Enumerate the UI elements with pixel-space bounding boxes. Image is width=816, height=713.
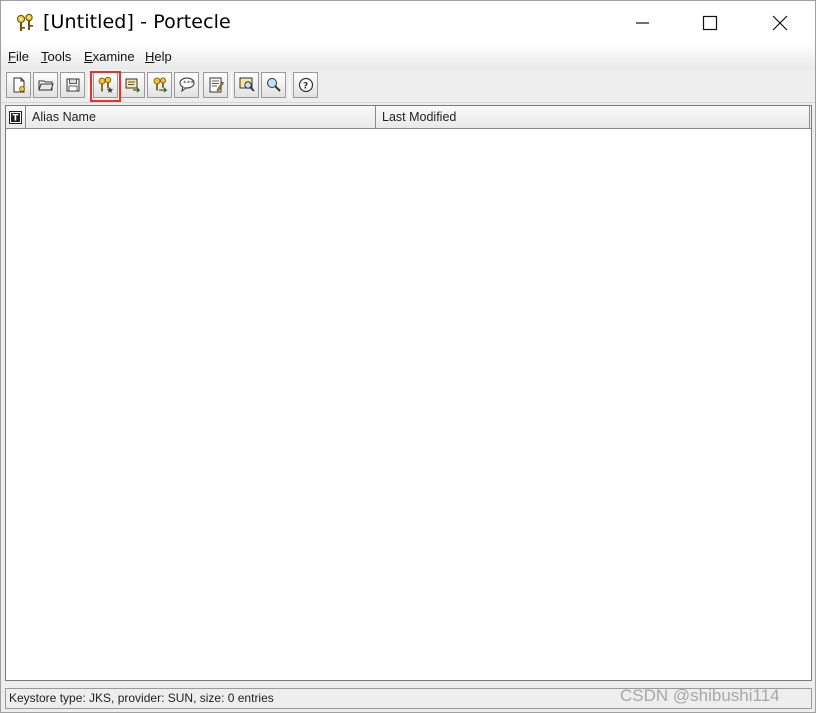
keystore-report-icon [209,77,224,93]
table-body[interactable] [6,129,811,680]
save-keystore-icon [66,78,79,92]
toolbar-separator [88,73,89,98]
examine-crl-icon [266,78,281,92]
help-button[interactable]: ? [293,72,318,98]
menu-tools-label: ools [47,49,72,64]
column-header-entry-type[interactable]: T [6,106,26,128]
title-bar[interactable]: [Untitled] - Portecle [1,1,815,45]
new-keystore-button[interactable] [6,72,31,98]
entry-type-icon: T [9,110,22,124]
portecle-keys-icon[interactable] [15,13,35,33]
portecle-window: [Untitled] - Portecle File Tools Examine… [0,0,816,713]
open-keystore-icon [37,80,54,91]
menu-file[interactable]: File [8,49,29,64]
menu-examine-mnemonic: E [84,49,93,64]
maximize-icon[interactable] [687,1,733,45]
column-header-alias-name[interactable]: Alias Name [26,106,376,128]
table-header: T Alias Name Last Modified [6,106,811,129]
column-header-last-modified[interactable]: Last Modified [376,106,810,128]
import-key-pair-button[interactable] [147,72,172,98]
examine-crl-button[interactable] [261,72,286,98]
import-key-pair-icon [153,77,168,93]
set-keystore-password-button[interactable]: *** [174,72,199,98]
highlight-box [90,71,121,102]
toolbar: *** ? [1,69,815,103]
menu-examine[interactable]: Examine [84,49,135,64]
svg-text:T: T [13,113,19,123]
menu-help-mnemonic: H [145,49,155,64]
svg-text:?: ? [303,82,308,92]
menu-tools[interactable]: Tools [41,49,71,64]
minimize-icon[interactable] [619,1,665,45]
import-trusted-certificate-button[interactable] [120,72,145,98]
set-keystore-password-icon: *** [179,77,194,93]
menu-examine-label: xamine [92,49,135,64]
watermark: CSDN @shibushi114 [620,686,780,705]
save-keystore-button[interactable] [60,72,85,98]
examine-certificate-button[interactable] [234,72,259,98]
keystore-report-button[interactable] [203,72,228,98]
keystore-entries-table[interactable]: T Alias Name Last Modified [5,105,812,681]
svg-text:***: *** [183,80,194,87]
new-keystore-icon [13,77,25,93]
open-keystore-button[interactable] [33,72,58,98]
help-icon: ? [298,77,313,93]
examine-certificate-icon [239,77,255,92]
close-icon[interactable] [757,1,803,45]
import-trusted-certificate-icon [125,78,141,93]
menu-file-mnemonic: F [8,49,16,64]
menu-help-label: elp [154,49,172,64]
window-title: [Untitled] - Portecle [43,11,231,33]
toolbar-separator [231,73,232,98]
menu-help[interactable]: Help [145,49,172,64]
menu-file-label: ile [15,49,29,64]
menu-bar: File Tools Examine Help [1,45,815,69]
toolbar-separator [289,73,290,98]
